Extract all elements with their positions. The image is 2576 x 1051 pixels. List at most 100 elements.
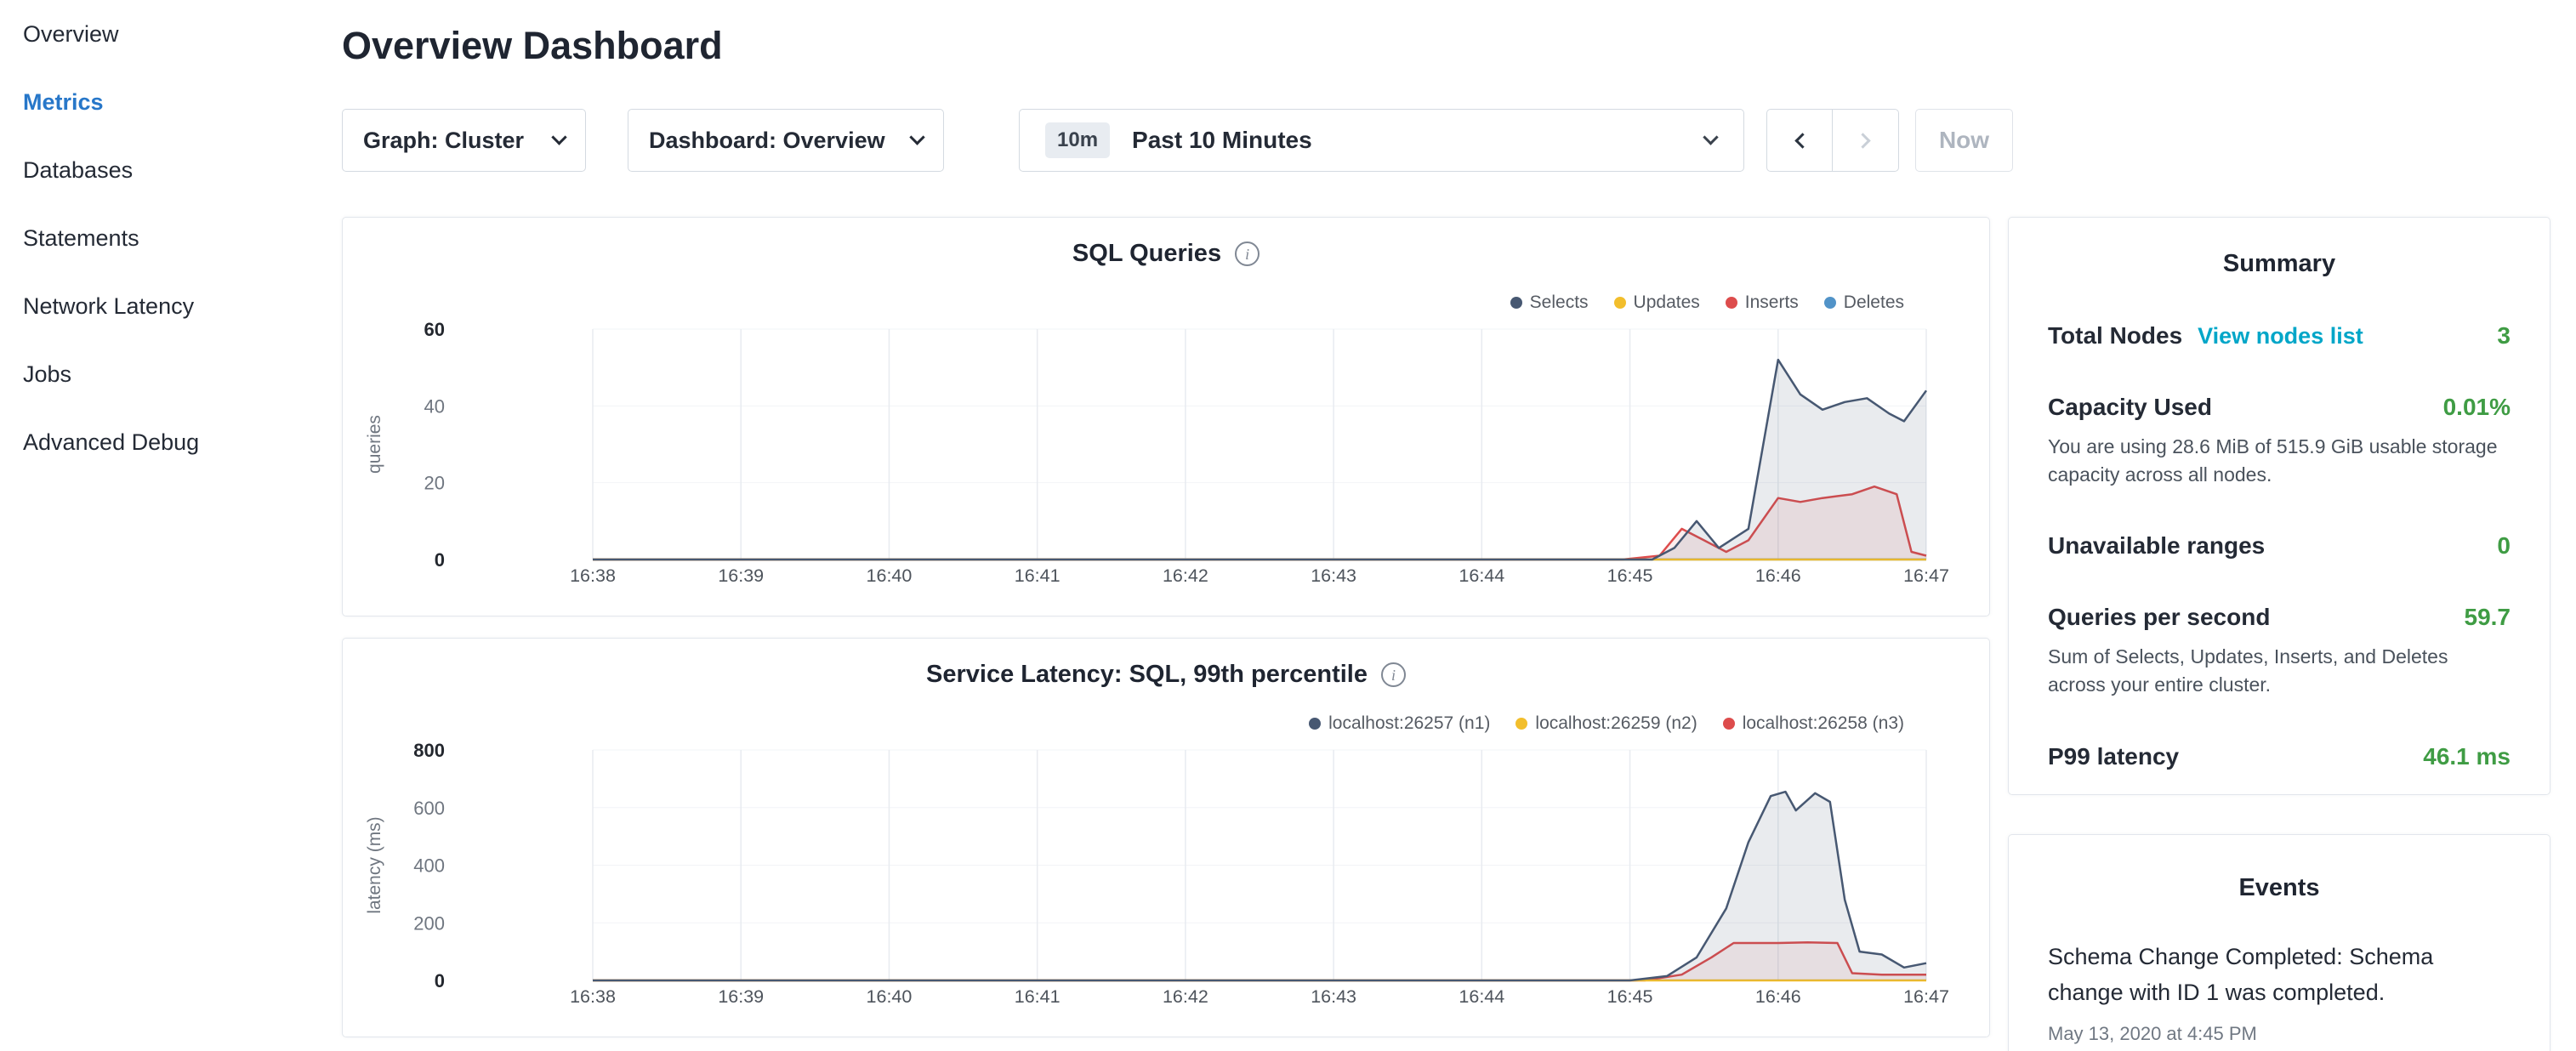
svg-text:400: 400: [413, 855, 445, 877]
legend-item: Inserts: [1726, 293, 1799, 313]
legend-item: localhost:26257 (n1): [1309, 713, 1490, 734]
graph-dropdown-label: Graph: Cluster: [363, 128, 524, 154]
svg-text:16:47: 16:47: [1903, 565, 1949, 586]
chart-header: Service Latency: SQL, 99th percentile i: [343, 661, 1989, 689]
dashboard-dropdown[interactable]: Dashboard: Overview: [628, 109, 944, 172]
legend-dot-icon: [1824, 297, 1836, 309]
chart-plot: 16:38 16:39 16:40 16:41 16:42 16:43 16:44 16:45…: [343, 320, 1988, 613]
svg-text:queries: queries: [365, 415, 384, 474]
svg-text:latency (ms): latency (ms): [365, 816, 384, 913]
summary-row: Total Nodes View nodes list 3: [2048, 322, 2511, 349]
summary-row: P99 latency46.1 ms: [2048, 743, 2511, 770]
legend-dot-icon: [1515, 718, 1527, 730]
svg-text:60: 60: [424, 320, 445, 340]
sidebar-item-metrics[interactable]: Metrics: [0, 68, 342, 136]
time-forward-button[interactable]: [1833, 109, 1899, 172]
summary-value: 59.7: [2465, 604, 2511, 631]
svg-text:16:39: 16:39: [718, 565, 764, 586]
summary-label: Unavailable ranges: [2048, 532, 2265, 560]
sidebar-item-databases[interactable]: Databases: [0, 136, 342, 204]
svg-text:16:41: 16:41: [1015, 986, 1061, 1007]
dashboard-dropdown-label: Dashboard: Overview: [649, 128, 885, 154]
now-button[interactable]: Now: [1915, 109, 2013, 172]
svg-text:16:42: 16:42: [1163, 565, 1208, 586]
chevron-left-icon: [1794, 133, 1810, 148]
svg-text:0: 0: [435, 549, 445, 571]
legend-label: localhost:26258 (n3): [1743, 713, 1904, 734]
service-latency-chart-panel: Service Latency: SQL, 99th percentile i …: [342, 638, 1990, 1037]
legend-dot-icon: [1726, 297, 1737, 309]
summary-label: Queries per second: [2048, 604, 2270, 631]
svg-text:16:45: 16:45: [1607, 986, 1653, 1007]
sidebar-item-jobs[interactable]: Jobs: [0, 340, 342, 408]
legend-dot-icon: [1510, 297, 1522, 309]
time-range-badge: 10m: [1045, 122, 1110, 158]
legend-dot-icon: [1614, 297, 1626, 309]
page-title: Overview Dashboard: [342, 24, 723, 68]
events-panel: Events Schema Change Completed: Schema c…: [2008, 834, 2550, 1051]
svg-text:16:45: 16:45: [1607, 565, 1653, 586]
legend-item: Updates: [1614, 293, 1700, 313]
svg-text:16:44: 16:44: [1459, 565, 1504, 586]
legend-label: localhost:26259 (n2): [1535, 713, 1697, 734]
chart-header: SQL Queries i: [343, 240, 1989, 268]
chevron-down-icon: [909, 129, 924, 145]
legend-label: Selects: [1530, 293, 1589, 313]
svg-text:16:40: 16:40: [867, 565, 913, 586]
svg-text:800: 800: [413, 741, 445, 761]
summary-value: 3: [2497, 322, 2511, 349]
svg-text:16:38: 16:38: [570, 565, 616, 586]
svg-text:16:38: 16:38: [570, 986, 616, 1007]
svg-text:16:43: 16:43: [1311, 565, 1356, 586]
summary-label: Capacity Used: [2048, 394, 2212, 421]
legend-label: localhost:26257 (n1): [1328, 713, 1490, 734]
app-root: OverviewMetricsDatabasesStatementsNetwor…: [0, 0, 2576, 1051]
info-icon[interactable]: i: [1381, 662, 1406, 687]
summary-row: Capacity Used 0.01%: [2048, 394, 2511, 421]
svg-text:16:42: 16:42: [1163, 986, 1208, 1007]
svg-text:16:43: 16:43: [1311, 986, 1356, 1007]
summary-row: Unavailable ranges 0: [2048, 532, 2511, 560]
info-icon[interactable]: i: [1235, 241, 1260, 266]
summary-description: You are using 28.6 MiB of 515.9 GiB usab…: [2048, 433, 2511, 488]
legend-dot-icon: [1723, 718, 1735, 730]
svg-text:16:41: 16:41: [1015, 565, 1061, 586]
svg-text:16:44: 16:44: [1459, 986, 1504, 1007]
chart-title: SQL Queries: [1072, 240, 1221, 268]
legend-label: Updates: [1634, 293, 1700, 313]
chart-plot: 16:38 16:39 16:40 16:41 16:42 16:43 16:44 16:45…: [343, 741, 1988, 1034]
sidebar-item-statements[interactable]: Statements: [0, 204, 342, 272]
sidebar-item-network-latency[interactable]: Network Latency: [0, 272, 342, 340]
legend-label: Inserts: [1745, 293, 1799, 313]
summary-title: Summary: [2048, 250, 2511, 278]
legend-label: Deletes: [1844, 293, 1904, 313]
time-range-picker[interactable]: 10m Past 10 Minutes: [1019, 109, 1744, 172]
summary-value: 0.01%: [2443, 394, 2511, 421]
chevron-down-icon: [551, 129, 566, 145]
summary-value: 0: [2497, 532, 2511, 560]
events-list: Schema Change Completed: Schema change w…: [2048, 940, 2511, 1045]
summary-rows: Total Nodes View nodes list 3 Capacity Used…: [2048, 322, 2511, 770]
svg-text:16:46: 16:46: [1755, 565, 1801, 586]
chevron-down-icon: [1703, 129, 1718, 145]
time-back-button[interactable]: [1766, 109, 1833, 172]
graph-dropdown[interactable]: Graph: Cluster: [342, 109, 586, 172]
legend-item: localhost:26258 (n3): [1723, 713, 1904, 734]
view-nodes-link[interactable]: View nodes list: [2198, 323, 2363, 349]
legend-item: Selects: [1510, 293, 1589, 313]
events-title: Events: [2048, 874, 2511, 902]
chart-legend: Selects Updates Inserts Deletes: [1510, 293, 1904, 313]
svg-text:16:39: 16:39: [718, 986, 764, 1007]
sql-queries-chart-panel: SQL Queries i Selects Updates Inserts Delet…: [342, 217, 1990, 616]
chart-title: Service Latency: SQL, 99th percentile: [926, 661, 1368, 689]
summary-value: 46.1 ms: [2423, 743, 2511, 770]
sidebar-item-overview[interactable]: Overview: [0, 0, 342, 68]
legend-item: Deletes: [1824, 293, 1904, 313]
svg-text:600: 600: [413, 798, 445, 819]
sidebar-nav: OverviewMetricsDatabasesStatementsNetwor…: [0, 0, 342, 1051]
time-nav-group: [1766, 109, 1899, 172]
svg-text:16:40: 16:40: [867, 986, 913, 1007]
sidebar-item-advanced-debug[interactable]: Advanced Debug: [0, 408, 342, 476]
legend-dot-icon: [1309, 718, 1321, 730]
summary-label: Total Nodes: [2048, 322, 2182, 349]
